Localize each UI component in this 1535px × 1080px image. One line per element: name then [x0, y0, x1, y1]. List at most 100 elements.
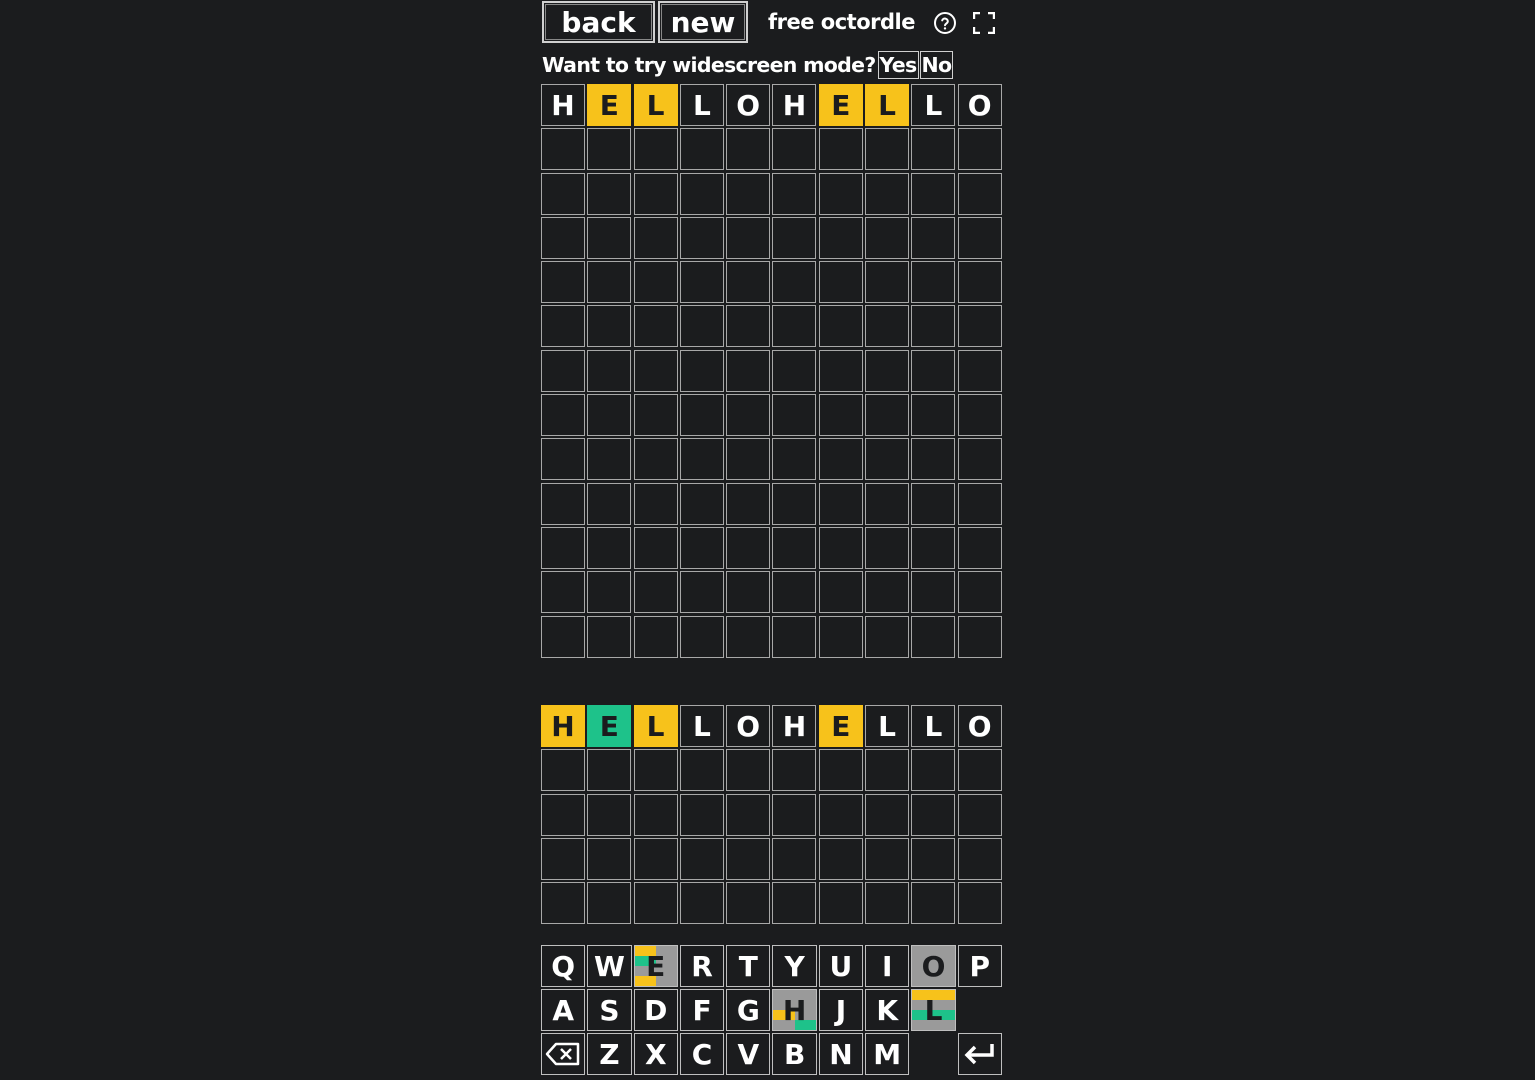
empty-tile: [772, 793, 817, 836]
empty-tile: [633, 526, 678, 569]
empty-tile: [541, 394, 585, 437]
widescreen-no-button[interactable]: No: [919, 51, 954, 79]
tile: E: [587, 84, 632, 126]
key-f[interactable]: F: [679, 989, 725, 1031]
empty-tile: [818, 394, 863, 437]
empty-tile: [957, 571, 1002, 614]
empty-tile: [587, 172, 632, 215]
key-a[interactable]: A: [541, 989, 586, 1031]
key-q[interactable]: Q: [541, 945, 586, 987]
empty-tile: [587, 749, 632, 792]
backspace-key[interactable]: [541, 1033, 586, 1075]
empty-tile: [726, 749, 771, 792]
empty-tile: [818, 793, 863, 836]
empty-tile: [726, 615, 771, 658]
empty-tile: [911, 438, 956, 481]
key-i[interactable]: I: [865, 945, 910, 987]
widescreen-prompt-text: Want to try widescreen mode?: [542, 53, 876, 77]
key-label: P: [969, 949, 991, 983]
key-t[interactable]: T: [726, 945, 771, 987]
key-u[interactable]: U: [818, 945, 864, 987]
help-circle-icon[interactable]: [933, 11, 957, 35]
key-b[interactable]: B: [772, 1033, 817, 1075]
empty-tile: [957, 482, 1002, 525]
new-button[interactable]: new: [658, 1, 748, 43]
empty-tile: [911, 526, 956, 569]
empty-tile: [541, 837, 585, 880]
empty-tile: [633, 482, 678, 525]
empty-tile: [633, 349, 678, 392]
empty-tile: [865, 128, 910, 171]
tile: E: [818, 705, 863, 747]
key-r[interactable]: R: [679, 945, 725, 987]
empty-tile: [633, 261, 678, 304]
key-label: L: [924, 993, 943, 1027]
keyboard: QWERTYUIOP ASDFGHJKL ZXCVBNM: [541, 945, 1004, 1077]
empty-tile: [911, 615, 956, 658]
empty-tile: [726, 793, 771, 836]
key-g[interactable]: G: [726, 989, 771, 1031]
empty-tile: [911, 749, 956, 792]
key-m[interactable]: M: [865, 1033, 910, 1075]
tile: H: [541, 84, 585, 126]
empty-tile: [633, 793, 678, 836]
empty-tile: [865, 882, 910, 925]
empty-tile: [541, 571, 585, 614]
empty-tile: [587, 615, 632, 658]
key-z[interactable]: Z: [587, 1033, 632, 1075]
key-d[interactable]: D: [633, 989, 678, 1031]
key-x[interactable]: X: [633, 1033, 678, 1075]
key-o[interactable]: O: [911, 945, 956, 987]
empty-tile: [587, 261, 632, 304]
empty-tile: [679, 261, 724, 304]
key-label: J: [835, 993, 847, 1027]
key-label: A: [552, 993, 574, 1027]
empty-tile: [541, 526, 585, 569]
enter-key[interactable]: [957, 1033, 1002, 1075]
key-label: I: [882, 949, 893, 983]
key-h[interactable]: H: [772, 989, 817, 1031]
empty-tile: [957, 749, 1002, 792]
empty-tile: [957, 615, 1002, 658]
widescreen-yes-button[interactable]: Yes: [877, 51, 919, 79]
empty-tile: [541, 128, 585, 171]
empty-tile: [818, 438, 863, 481]
empty-tile: [679, 172, 724, 215]
empty-tile: [772, 749, 817, 792]
fullscreen-icon[interactable]: [973, 12, 995, 34]
key-s[interactable]: S: [587, 989, 632, 1031]
key-label: O: [921, 949, 946, 983]
board-2: HELLOHELLO: [541, 705, 1004, 945]
empty-tile: [541, 882, 585, 925]
key-n[interactable]: N: [818, 1033, 864, 1075]
key-l[interactable]: L: [911, 989, 956, 1031]
empty-tile: [726, 394, 771, 437]
empty-tile: [865, 526, 910, 569]
empty-tile: [772, 128, 817, 171]
empty-tile: [957, 349, 1002, 392]
empty-tile: [865, 172, 910, 215]
key-label: B: [783, 1037, 806, 1071]
empty-tile: [957, 128, 1002, 171]
empty-tile: [911, 482, 956, 525]
empty-tile: [587, 571, 632, 614]
key-c[interactable]: C: [679, 1033, 725, 1075]
empty-tile: [957, 172, 1002, 215]
key-k[interactable]: K: [865, 989, 910, 1031]
key-v[interactable]: V: [726, 1033, 771, 1075]
key-y[interactable]: Y: [772, 945, 817, 987]
empty-tile: [587, 349, 632, 392]
tile: L: [911, 84, 956, 126]
key-w[interactable]: W: [587, 945, 632, 987]
empty-tile: [818, 837, 863, 880]
key-p[interactable]: P: [957, 945, 1002, 987]
key-e[interactable]: E: [633, 945, 678, 987]
empty-tile: [726, 882, 771, 925]
keyboard-row: ZXCVBNM: [541, 1033, 1004, 1075]
empty-tile: [679, 793, 724, 836]
key-j[interactable]: J: [818, 989, 864, 1031]
empty-tile: [865, 749, 910, 792]
back-button[interactable]: back: [542, 1, 655, 43]
empty-tile: [957, 394, 1002, 437]
empty-tile: [587, 128, 632, 171]
